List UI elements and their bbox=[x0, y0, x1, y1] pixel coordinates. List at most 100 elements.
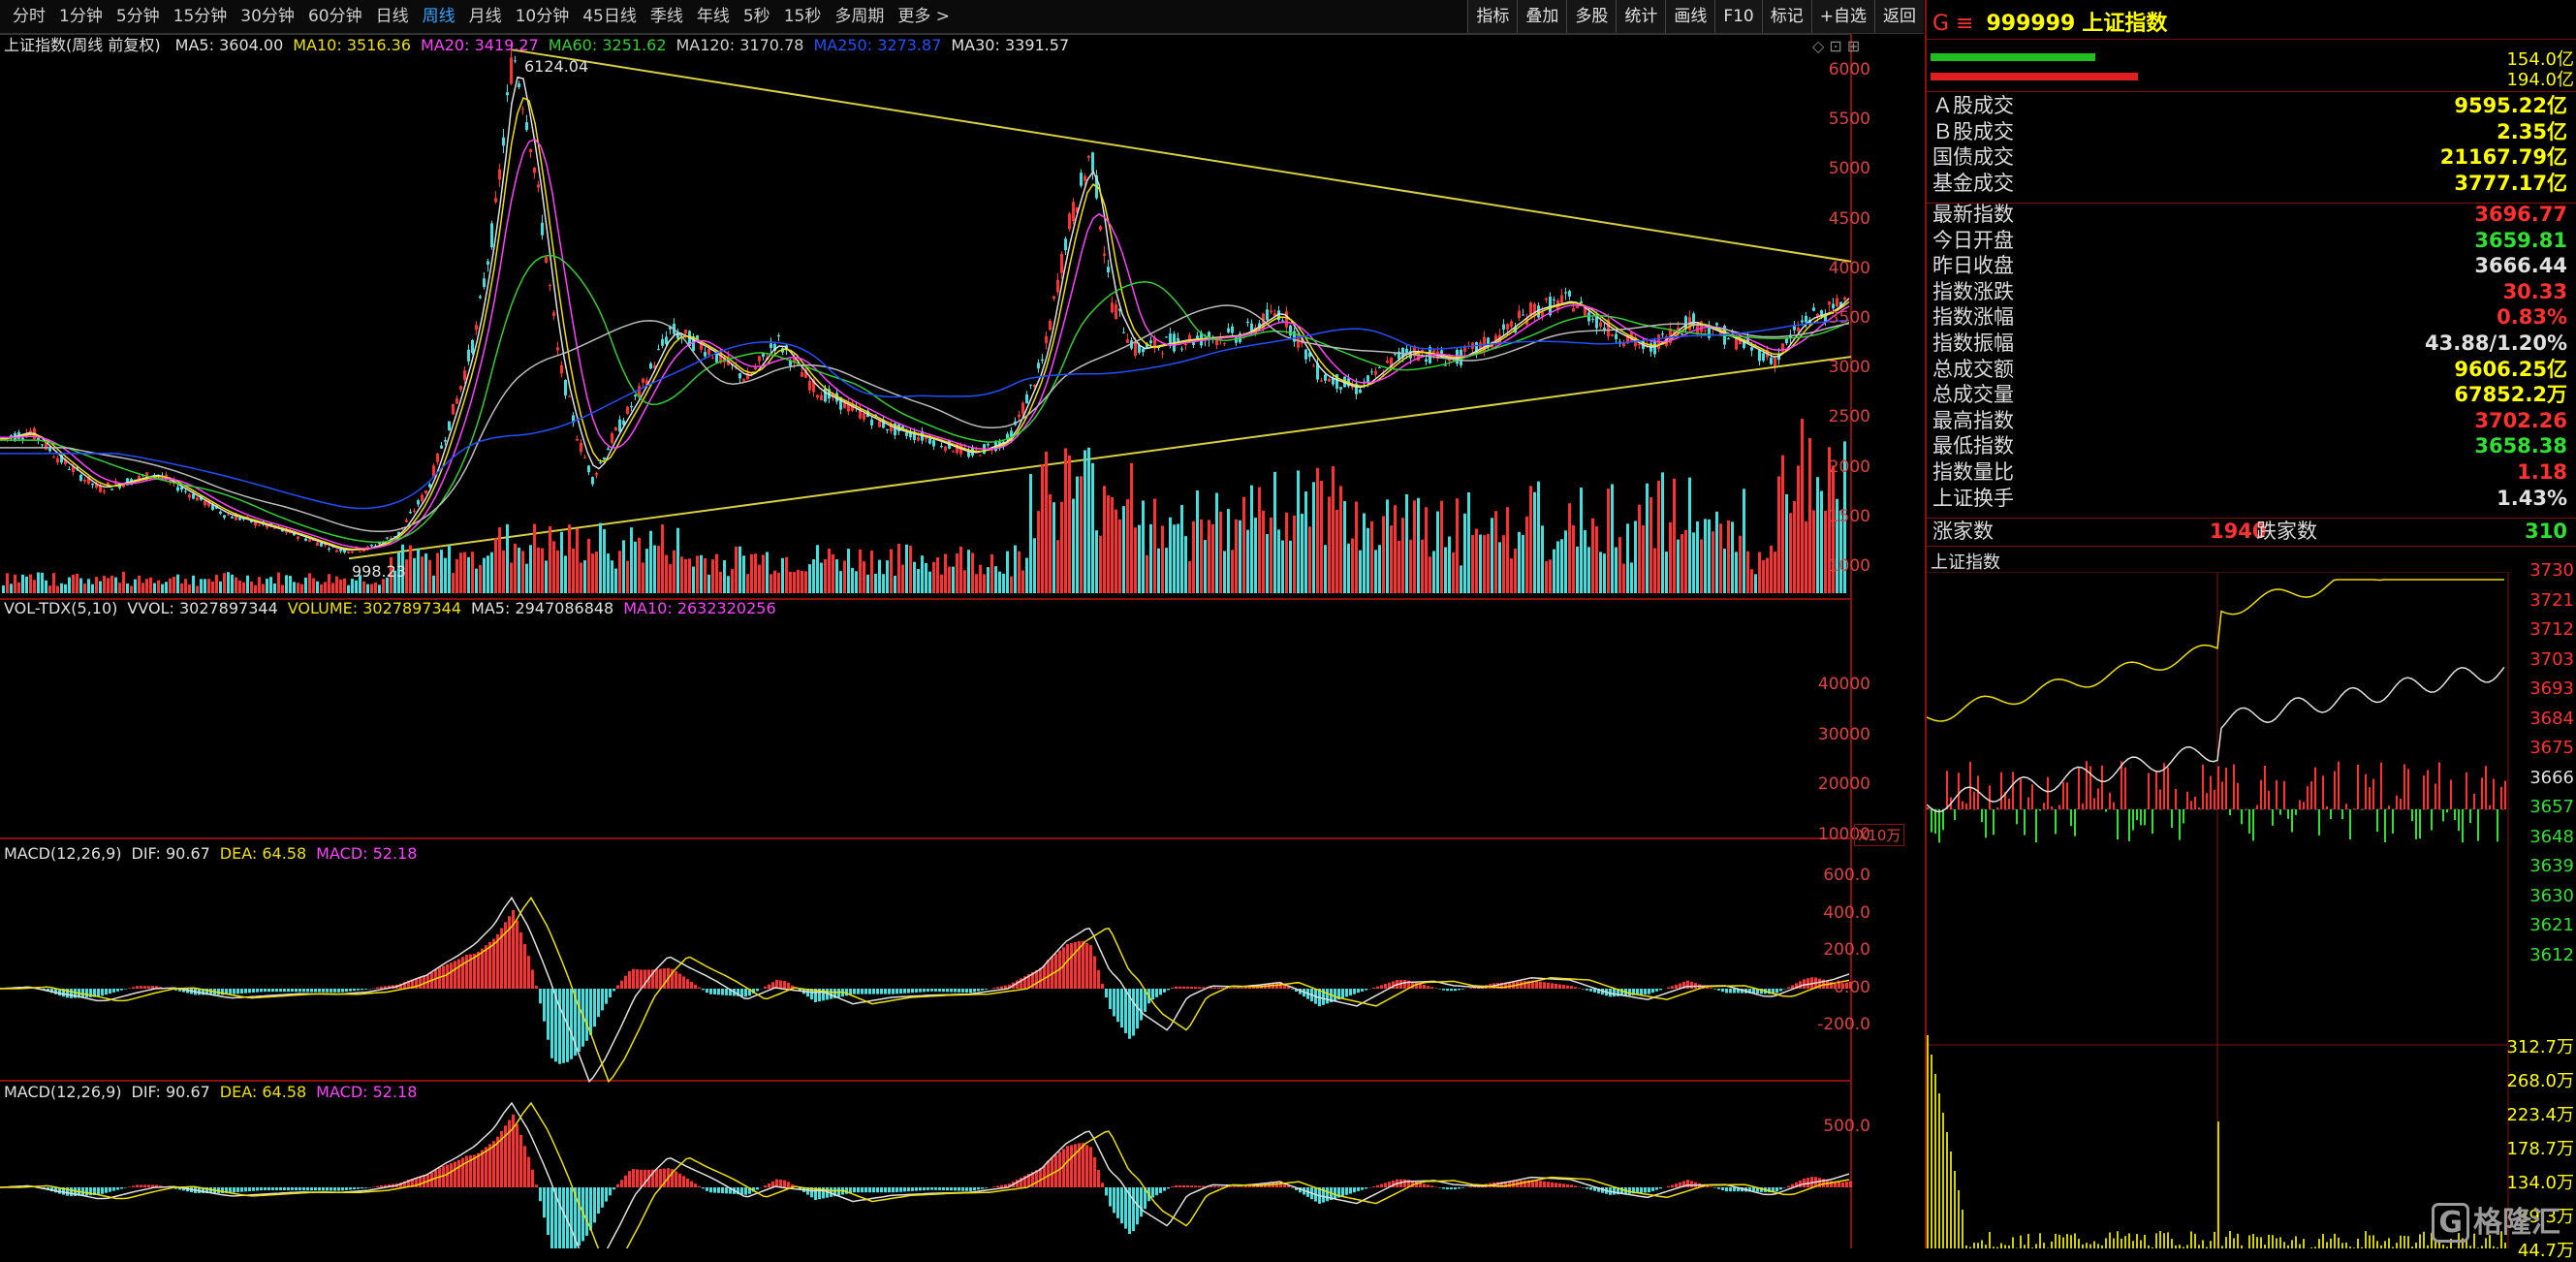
volume-bar bbox=[812, 559, 815, 593]
macd2-bar bbox=[1229, 1186, 1232, 1187]
volume-bar bbox=[1646, 484, 1649, 593]
intraday-price-tick: 3684 bbox=[2529, 709, 2574, 729]
candle-body bbox=[219, 512, 222, 514]
macd1-bar bbox=[256, 989, 259, 993]
period-tab-0[interactable]: 分时 bbox=[6, 0, 52, 33]
chart-mode-icons[interactable]: ◇ ⊡ ⊞ bbox=[1812, 37, 1860, 55]
intraday-chart[interactable] bbox=[1927, 572, 2576, 1248]
volume-bar bbox=[1049, 494, 1052, 593]
macd1-bar bbox=[1651, 989, 1654, 993]
quote-row: 最高指数3702.26 bbox=[1929, 408, 2573, 434]
period-tab-13[interactable]: 5秒 bbox=[737, 0, 777, 33]
quote-value: 2.35亿 bbox=[2497, 119, 2567, 145]
period-tab-16[interactable]: 更多 > bbox=[891, 0, 957, 33]
volume-bar bbox=[459, 552, 462, 593]
quote-header[interactable]: G ≡ 999999 上证指数 bbox=[1932, 6, 2167, 37]
intraday-volume-bar bbox=[2423, 1232, 2425, 1248]
volume-bar bbox=[1363, 514, 1366, 593]
tool-button-4[interactable]: 画线 bbox=[1665, 0, 1714, 33]
candle-body bbox=[463, 370, 466, 379]
candle-body bbox=[79, 475, 82, 481]
candle-body bbox=[1836, 299, 1838, 307]
candle-body bbox=[1324, 374, 1327, 380]
candle-body bbox=[1564, 292, 1567, 293]
tool-button-5[interactable]: F10 bbox=[1714, 0, 1761, 33]
intraday-tick-bar bbox=[2171, 809, 2173, 828]
intraday-tick-bar bbox=[2310, 781, 2312, 809]
macd1-bar bbox=[298, 989, 301, 992]
macd2-bar bbox=[1155, 1187, 1158, 1195]
candle-body bbox=[48, 449, 51, 452]
tool-button-1[interactable]: 叠加 bbox=[1517, 0, 1566, 33]
macd1-bar bbox=[861, 989, 864, 994]
macd1-bar bbox=[454, 961, 456, 989]
period-tab-15[interactable]: 多周期 bbox=[828, 0, 891, 33]
macd2-bar bbox=[1659, 1187, 1662, 1188]
tool-button-7[interactable]: +自选 bbox=[1811, 0, 1874, 33]
quote-value: 9606.25亿 bbox=[2454, 357, 2567, 383]
candle-body bbox=[297, 537, 299, 539]
candle-body bbox=[421, 495, 424, 501]
period-tab-7[interactable]: 周线 bbox=[416, 0, 462, 33]
volume-bar bbox=[374, 583, 377, 593]
intraday-volume-bar bbox=[2055, 1234, 2057, 1248]
candle-body bbox=[863, 413, 865, 420]
volume-bar bbox=[1293, 516, 1296, 593]
candle-body bbox=[1374, 371, 1377, 375]
period-tab-9[interactable]: 10分钟 bbox=[509, 0, 577, 33]
chart-canvas[interactable] bbox=[0, 34, 1924, 1248]
volume-bar bbox=[1204, 540, 1207, 593]
tool-button-2[interactable]: 多股 bbox=[1566, 0, 1616, 33]
period-tab-2[interactable]: 5分钟 bbox=[110, 0, 167, 33]
macd1-bar bbox=[1109, 989, 1112, 1009]
volume-bar bbox=[1665, 552, 1668, 593]
tool-button-0[interactable]: 指标 bbox=[1467, 0, 1517, 33]
period-tab-11[interactable]: 季线 bbox=[644, 0, 690, 33]
macd1-bar bbox=[112, 989, 115, 993]
period-tab-3[interactable]: 15分钟 bbox=[167, 0, 235, 33]
period-tab-8[interactable]: 月线 bbox=[462, 0, 509, 33]
volume-bar bbox=[1649, 497, 1652, 593]
volume-bar bbox=[1727, 521, 1730, 593]
tool-button-6[interactable]: 标记 bbox=[1762, 0, 1811, 33]
candle-body bbox=[444, 440, 447, 442]
candle-body bbox=[824, 389, 827, 402]
volume-bar bbox=[1537, 482, 1540, 593]
candle-body bbox=[1545, 299, 1548, 300]
macd2-bar bbox=[721, 1187, 724, 1193]
macd1-bar bbox=[295, 989, 298, 992]
intraday-volume-bar bbox=[2295, 1236, 2297, 1248]
macd1-bar bbox=[1105, 989, 1108, 997]
macd1-bar bbox=[1539, 982, 1542, 989]
macd2-bar bbox=[481, 1151, 484, 1187]
intraday-price-tick: 3712 bbox=[2529, 619, 2574, 640]
period-tab-1[interactable]: 1分钟 bbox=[52, 0, 110, 33]
period-tab-12[interactable]: 年线 bbox=[690, 0, 737, 33]
axis-tick: 500.0 bbox=[1812, 1117, 1870, 1136]
macd1-bar bbox=[318, 989, 321, 993]
intraday-volume-bar bbox=[2419, 1234, 2421, 1248]
macd2-bar bbox=[291, 1187, 294, 1190]
macd2-bar bbox=[1849, 1181, 1852, 1187]
period-tab-4[interactable]: 30分钟 bbox=[234, 0, 301, 33]
volume-bar bbox=[514, 544, 517, 593]
candle-body bbox=[68, 469, 71, 470]
candle-body bbox=[1661, 333, 1664, 334]
period-tab-5[interactable]: 60分钟 bbox=[301, 0, 369, 33]
volume-bar bbox=[541, 549, 544, 593]
tool-button-3[interactable]: 统计 bbox=[1616, 0, 1665, 33]
period-tab-6[interactable]: 日线 bbox=[369, 0, 416, 33]
volume-bar bbox=[1471, 535, 1474, 593]
macd2-bar bbox=[764, 1185, 767, 1187]
tool-button-8[interactable]: 返回 bbox=[1874, 0, 1924, 33]
candle-body bbox=[514, 60, 517, 61]
volume-bar bbox=[107, 578, 110, 593]
macd2-bar bbox=[1644, 1187, 1647, 1192]
volume-bar bbox=[141, 583, 144, 593]
macd2-bar bbox=[1159, 1187, 1162, 1193]
period-tab-10[interactable]: 45日线 bbox=[576, 0, 644, 33]
intraday-volume-bar bbox=[2155, 1233, 2157, 1248]
period-tab-14[interactable]: 15秒 bbox=[777, 0, 829, 33]
candle-body bbox=[227, 515, 230, 516]
volume-bar bbox=[1510, 558, 1513, 593]
